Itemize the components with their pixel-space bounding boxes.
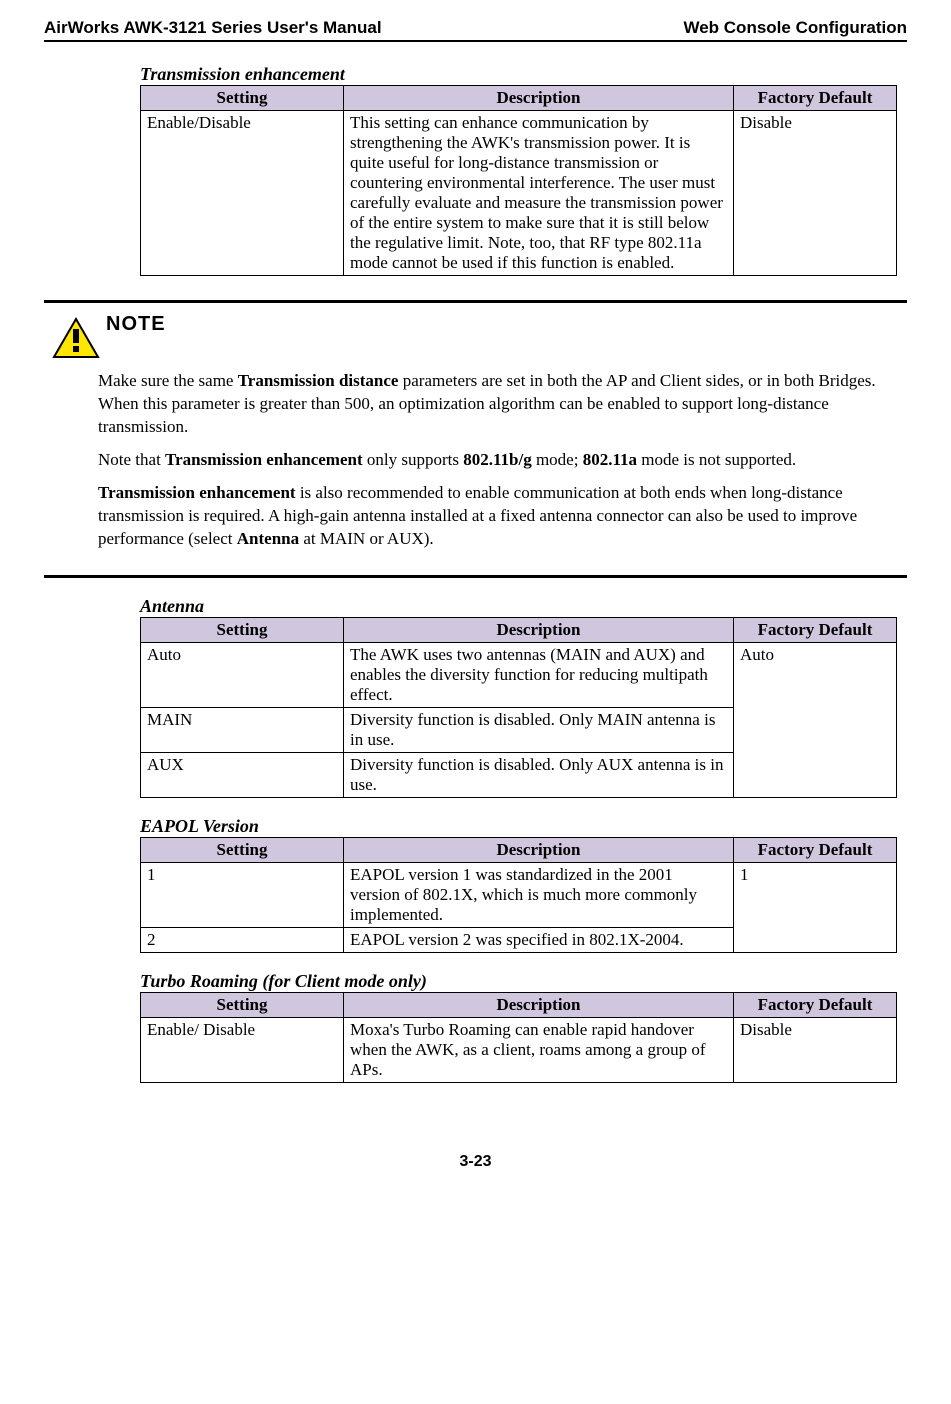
note-paragraph: Note that Transmission enhancement only … (98, 449, 907, 472)
header-right: Web Console Configuration (683, 18, 907, 38)
tx-enhancement-table: Setting Description Factory Default Enab… (140, 85, 897, 276)
turbo-table: Setting Description Factory Default Enab… (140, 992, 897, 1083)
page-number: 3-23 (44, 1153, 907, 1171)
cell-setting: MAIN (141, 707, 344, 752)
cell-default: Disable (734, 1017, 897, 1082)
col-description: Description (344, 617, 734, 642)
cell-description: This setting can enhance communication b… (344, 111, 734, 276)
eapol-table: Setting Description Factory Default 1 EA… (140, 837, 897, 953)
col-setting: Setting (141, 837, 344, 862)
cell-setting: Auto (141, 642, 344, 707)
col-default: Factory Default (734, 617, 897, 642)
col-description: Description (344, 86, 734, 111)
turbo-caption: Turbo Roaming (for Client mode only) (140, 971, 897, 992)
cell-default: Disable (734, 111, 897, 276)
table-header-row: Setting Description Factory Default (141, 837, 897, 862)
table-header-row: Setting Description Factory Default (141, 617, 897, 642)
cell-default: 1 (734, 862, 897, 952)
tx-enhancement-caption: Transmission enhancement (140, 64, 897, 85)
note-paragraph: Transmission enhancement is also recomme… (98, 482, 907, 551)
col-setting: Setting (141, 86, 344, 111)
cell-description: EAPOL version 1 was standardized in the … (344, 862, 734, 927)
antenna-table: Setting Description Factory Default Auto… (140, 617, 897, 798)
table-row: Enable/ Disable Moxa's Turbo Roaming can… (141, 1017, 897, 1082)
cell-description: Diversity function is disabled. Only AUX… (344, 752, 734, 797)
cell-setting: Enable/Disable (141, 111, 344, 276)
page-header: AirWorks AWK-3121 Series User's Manual W… (44, 18, 907, 42)
cell-setting: 1 (141, 862, 344, 927)
table-row: Enable/Disable This setting can enhance … (141, 111, 897, 276)
cell-default: Auto (734, 642, 897, 797)
cell-description: Moxa's Turbo Roaming can enable rapid ha… (344, 1017, 734, 1082)
warning-icon (52, 317, 100, 364)
cell-description: Diversity function is disabled. Only MAI… (344, 707, 734, 752)
cell-setting: 2 (141, 927, 344, 952)
eapol-caption: EAPOL Version (140, 816, 897, 837)
cell-setting: Enable/ Disable (141, 1017, 344, 1082)
col-description: Description (344, 837, 734, 862)
note-label: NOTE (106, 313, 897, 336)
cell-description: The AWK uses two antennas (MAIN and AUX)… (344, 642, 734, 707)
cell-setting: AUX (141, 752, 344, 797)
col-setting: Setting (141, 992, 344, 1017)
table-row: Auto The AWK uses two antennas (MAIN and… (141, 642, 897, 707)
table-header-row: Setting Description Factory Default (141, 992, 897, 1017)
col-description: Description (344, 992, 734, 1017)
table-row: 1 EAPOL version 1 was standardized in th… (141, 862, 897, 927)
table-header-row: Setting Description Factory Default (141, 86, 897, 111)
antenna-caption: Antenna (140, 596, 897, 617)
note-block: NOTE Make sure the same Transmission dis… (44, 300, 907, 578)
note-paragraph: Make sure the same Transmission distance… (98, 370, 907, 439)
col-default: Factory Default (734, 837, 897, 862)
header-left: AirWorks AWK-3121 Series User's Manual (44, 18, 382, 38)
col-default: Factory Default (734, 86, 897, 111)
cell-description: EAPOL version 2 was specified in 802.1X-… (344, 927, 734, 952)
col-default: Factory Default (734, 992, 897, 1017)
col-setting: Setting (141, 617, 344, 642)
